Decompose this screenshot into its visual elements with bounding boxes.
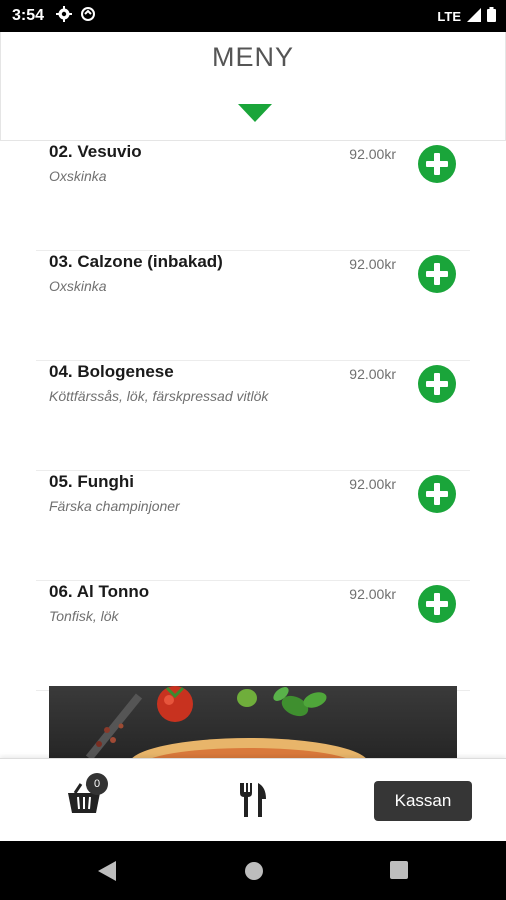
food-banner-image: [49, 686, 457, 758]
item-description: Köttfärssås, lök, färskpressad vitlök: [49, 388, 269, 404]
status-bar: 3:54 LTE: [0, 0, 506, 32]
menu-item: 03. Calzone (inbakad) Oxskinka 92.00kr: [36, 251, 470, 361]
item-name: 03. Calzone (inbakad): [49, 252, 223, 271]
item-name: 05. Funghi: [49, 472, 134, 491]
cutlery-icon[interactable]: [238, 781, 268, 824]
system-nav-bar: [0, 841, 506, 900]
item-price: 92.00kr: [349, 256, 396, 272]
item-name: 06. Al Tonno: [49, 582, 150, 601]
item-description: Oxskinka: [49, 168, 107, 184]
menu-item: 02. Vesuvio Oxskinka 92.00kr: [36, 141, 470, 251]
status-time: 3:54: [12, 7, 45, 24]
menu-header: MENY: [0, 32, 506, 141]
checkout-button[interactable]: Kassan: [374, 781, 472, 821]
item-price: 92.00kr: [349, 476, 396, 492]
add-icon[interactable]: [418, 585, 456, 623]
recents-icon[interactable]: [390, 861, 408, 884]
bottom-bar: 0 Kassan: [0, 758, 506, 842]
battery-icon: [487, 7, 496, 25]
settings-icon: [56, 5, 73, 27]
item-price: 92.00kr: [349, 366, 396, 382]
back-icon[interactable]: [98, 861, 116, 886]
menu-list: 02. Vesuvio Oxskinka 92.00kr 03. Calzone…: [36, 141, 470, 691]
menu-item: 04. Bologenese Köttfärssås, lök, färskpr…: [36, 361, 470, 471]
item-description: Oxskinka: [49, 278, 107, 294]
item-description: Tonfisk, lök: [49, 608, 119, 624]
item-description: Färska champinjoner: [49, 498, 180, 514]
add-icon[interactable]: [418, 255, 456, 293]
menu-item: 06. Al Tonno Tonfisk, lök 92.00kr: [36, 581, 470, 691]
add-icon[interactable]: [418, 145, 456, 183]
item-name: 04. Bologenese: [49, 362, 174, 381]
home-icon[interactable]: [244, 861, 264, 886]
dropdown-arrow-icon[interactable]: [238, 104, 272, 127]
cart-button[interactable]: 0: [66, 773, 108, 822]
sync-icon: [80, 6, 96, 27]
item-name: 02. Vesuvio: [49, 142, 142, 161]
cart-count-badge: 0: [86, 773, 108, 795]
menu-item: 05. Funghi Färska champinjoner 92.00kr: [36, 471, 470, 581]
signal-icon: [467, 7, 481, 25]
item-price: 92.00kr: [349, 586, 396, 602]
item-price: 92.00kr: [349, 146, 396, 162]
add-icon[interactable]: [418, 475, 456, 513]
cart-icon: [66, 783, 102, 821]
add-icon[interactable]: [418, 365, 456, 403]
network-type: LTE: [437, 8, 461, 24]
page-title: MENY: [211, 42, 294, 72]
